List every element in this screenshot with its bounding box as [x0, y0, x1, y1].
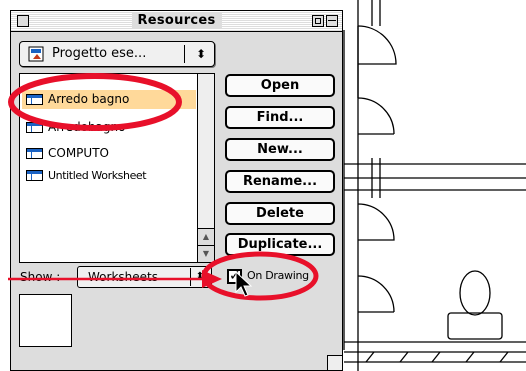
project-popup[interactable]: Progetto ese... ⬍ [19, 41, 215, 67]
list-item[interactable]: Arredo bagno [22, 90, 196, 109]
list-scrollbar[interactable]: ▲ ▼ [197, 74, 214, 262]
duplicate-button[interactable]: Duplicate... [225, 233, 335, 256]
show-popup[interactable]: Worksheets ⬍ [77, 266, 212, 288]
find-button[interactable]: Find... [225, 106, 335, 129]
popup-arrows-icon: ⬍ [190, 268, 209, 286]
project-popup-label: Progetto ese... [52, 46, 147, 61]
show-popup-value: Worksheets [88, 270, 158, 284]
list-item-label: Untitled Worksheet [48, 169, 147, 182]
on-drawing-checkbox[interactable]: ✓ [227, 269, 242, 284]
resource-list: Arredo bagno Arredobagno COMPUTO Untitle… [19, 73, 215, 263]
popup-arrows-icon: ⬍ [195, 47, 207, 61]
zoom-box-icon[interactable] [312, 15, 324, 27]
project-document-icon [28, 46, 44, 62]
rename-button[interactable]: Rename... [225, 170, 335, 193]
show-label: Show : [20, 270, 61, 284]
collapse-box-icon[interactable] [326, 15, 338, 27]
palette-title: Resources [131, 12, 222, 29]
resources-palette: Resources Progetto ese... ⬍ Arredo bagno… [10, 10, 343, 371]
list-item[interactable]: Untitled Worksheet [22, 166, 196, 185]
list-item[interactable]: COMPUTO [22, 144, 196, 163]
resource-preview [19, 294, 72, 347]
on-drawing-label: On Drawing [247, 269, 309, 282]
scroll-down-arrow-icon[interactable]: ▼ [198, 245, 214, 262]
popup-divider [184, 45, 185, 63]
palette-title-bar[interactable]: Resources [11, 11, 342, 32]
list-item[interactable]: Arredobagno [22, 118, 196, 137]
open-button[interactable]: Open [225, 74, 335, 97]
list-item-label: Arredobagno [48, 120, 126, 134]
scroll-up-arrow-icon[interactable]: ▲ [198, 228, 214, 245]
close-box-icon[interactable] [17, 15, 29, 27]
list-item-label: Arredo bagno [48, 92, 130, 106]
delete-button[interactable]: Delete [225, 202, 335, 225]
worksheet-icon [26, 148, 43, 159]
list-item-label: COMPUTO [48, 146, 109, 160]
worksheet-icon [26, 170, 43, 181]
worksheet-icon [26, 94, 43, 105]
new-button[interactable]: New... [225, 138, 335, 161]
worksheet-icon [26, 122, 43, 133]
resize-grip-icon[interactable] [327, 355, 342, 370]
